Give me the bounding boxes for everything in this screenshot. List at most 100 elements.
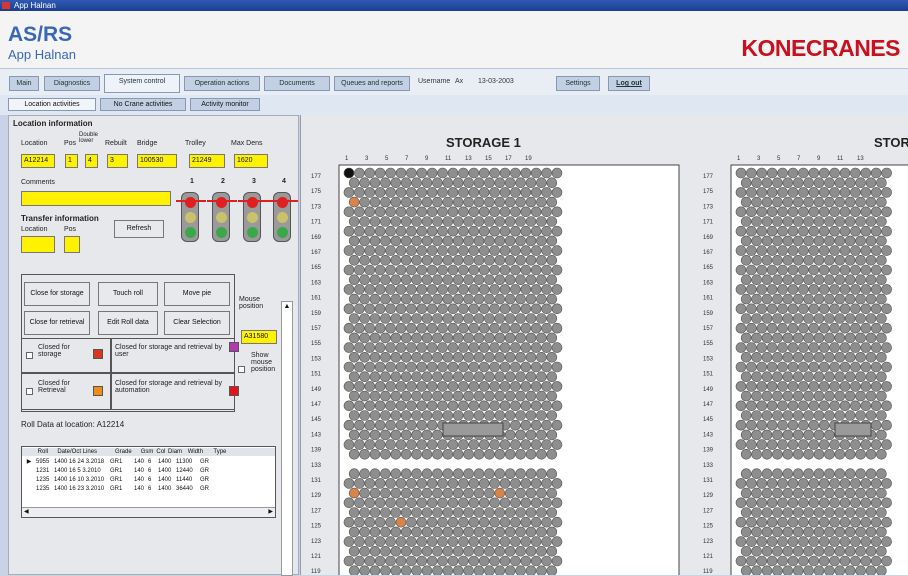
roll-slot[interactable] — [782, 390, 794, 402]
roll-slot[interactable] — [829, 400, 840, 412]
roll-slot[interactable] — [860, 361, 872, 373]
roll-slot[interactable] — [525, 332, 537, 344]
roll-slot[interactable] — [520, 322, 532, 334]
roll-slot[interactable] — [839, 342, 851, 353]
roll-slot[interactable] — [380, 332, 391, 344]
roll-slot[interactable] — [761, 565, 773, 575]
roll-slot[interactable] — [354, 497, 365, 509]
tab-main[interactable]: Main — [9, 76, 39, 91]
roll-slot[interactable] — [468, 516, 480, 528]
roll-slot[interactable] — [530, 342, 542, 353]
roll-slot[interactable] — [860, 439, 872, 450]
roll-slot[interactable] — [385, 439, 396, 450]
roll-slot[interactable] — [865, 235, 877, 247]
roll-slot[interactable] — [416, 381, 428, 392]
roll-slot[interactable] — [839, 439, 851, 450]
roll-slot[interactable] — [463, 216, 474, 227]
roll-slot[interactable] — [416, 400, 428, 412]
roll-slot[interactable] — [484, 332, 495, 344]
roll-slot[interactable] — [551, 284, 563, 295]
roll-slot[interactable] — [824, 177, 835, 188]
roll-slot[interactable] — [865, 545, 877, 557]
roll-slot[interactable] — [452, 545, 464, 557]
roll-slot[interactable] — [813, 410, 825, 421]
roll-slot[interactable] — [473, 177, 485, 188]
roll-slot[interactable] — [792, 468, 804, 480]
roll-slot[interactable] — [385, 322, 396, 334]
roll-slot[interactable] — [390, 274, 402, 285]
roll-slot[interactable] — [432, 255, 443, 266]
roll-slot[interactable] — [881, 381, 892, 392]
roll-slot[interactable] — [798, 342, 809, 353]
roll-slot[interactable] — [855, 235, 866, 247]
roll-slot[interactable] — [510, 167, 521, 179]
roll-slot[interactable] — [844, 255, 856, 266]
roll-slot[interactable] — [530, 381, 542, 392]
roll-slot[interactable] — [761, 487, 773, 499]
roll-slot[interactable] — [839, 478, 851, 489]
roll-slot[interactable] — [798, 225, 809, 237]
roll-slot[interactable] — [850, 497, 861, 509]
roll-slot[interactable] — [385, 284, 396, 295]
roll-slot[interactable] — [458, 516, 469, 528]
roll-slot[interactable] — [437, 206, 448, 218]
roll-slot[interactable] — [808, 245, 820, 256]
roll-slot[interactable] — [348, 468, 360, 480]
roll-slot[interactable] — [870, 516, 882, 528]
roll-slot[interactable] — [494, 332, 506, 344]
roll-slot[interactable] — [813, 371, 825, 383]
tab-documents[interactable]: Documents — [264, 76, 330, 91]
roll-slot[interactable] — [525, 313, 537, 324]
roll-slot[interactable] — [416, 322, 428, 334]
roll-slot[interactable] — [380, 507, 391, 518]
roll-slot[interactable] — [850, 322, 861, 334]
roll-slot[interactable] — [494, 177, 506, 188]
roll-slot[interactable] — [380, 565, 391, 575]
roll-slot[interactable] — [343, 478, 355, 489]
roll-slot[interactable] — [421, 507, 433, 518]
roll-slot[interactable] — [499, 381, 511, 392]
roll-slot[interactable] — [426, 361, 438, 373]
roll-slot[interactable] — [437, 342, 448, 353]
roll-slot[interactable] — [499, 206, 511, 218]
roll-slot[interactable] — [494, 371, 506, 383]
roll-slot[interactable] — [400, 235, 412, 247]
roll-slot[interactable] — [865, 371, 877, 383]
roll-slot[interactable] — [437, 439, 448, 450]
roll-slot[interactable] — [541, 303, 552, 315]
roll-slot[interactable] — [499, 497, 511, 509]
roll-slot[interactable] — [787, 478, 799, 489]
roll-slot[interactable] — [473, 255, 485, 266]
roll-slot[interactable] — [406, 264, 417, 276]
roll-slot[interactable] — [740, 526, 752, 538]
roll-slot[interactable] — [458, 400, 469, 412]
roll-slot[interactable] — [850, 478, 861, 489]
roll-slot[interactable] — [504, 352, 516, 363]
roll-slot[interactable] — [369, 390, 381, 402]
roll-slot[interactable] — [411, 468, 422, 480]
roll-slot[interactable] — [766, 555, 778, 567]
roll-slot[interactable] — [447, 342, 459, 353]
roll-slot[interactable] — [735, 342, 747, 353]
roll-slot[interactable] — [761, 177, 773, 188]
roll-slot[interactable] — [766, 400, 778, 412]
roll-slot[interactable] — [520, 264, 532, 276]
roll-slot[interactable] — [792, 313, 804, 324]
roll-slot[interactable] — [813, 196, 825, 208]
roll-slot[interactable] — [818, 536, 830, 547]
roll-slot[interactable] — [442, 487, 454, 499]
roll-slot[interactable] — [452, 293, 464, 305]
roll-slot[interactable] — [494, 352, 506, 363]
roll-slot[interactable] — [442, 216, 454, 227]
roll-slot[interactable] — [499, 167, 511, 179]
roll-slot[interactable] — [494, 468, 506, 480]
roll-slot[interactable] — [782, 332, 794, 344]
roll-slot[interactable] — [468, 536, 480, 547]
roll-slot[interactable] — [520, 478, 532, 489]
roll-slot[interactable] — [881, 167, 892, 179]
roll-slot[interactable] — [348, 332, 360, 344]
roll-slot[interactable] — [520, 400, 532, 412]
roll-slot[interactable] — [432, 216, 443, 227]
roll-slot[interactable] — [787, 245, 799, 256]
refresh-button[interactable]: Refresh — [114, 220, 164, 238]
